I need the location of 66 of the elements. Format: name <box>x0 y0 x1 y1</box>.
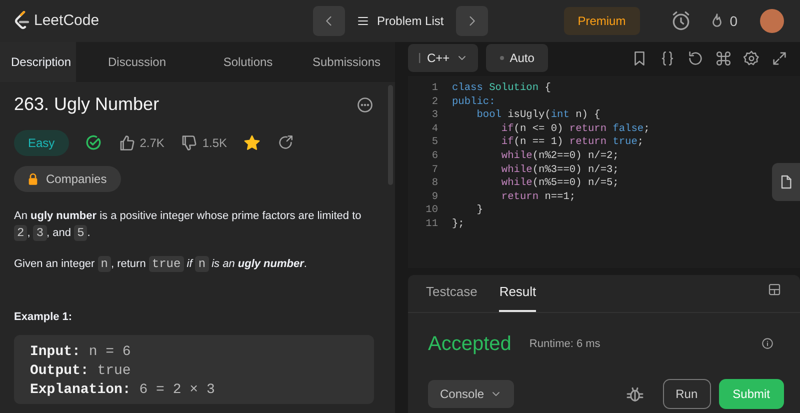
code-line: }; <box>452 218 464 232</box>
difficulty-badge: Easy <box>14 130 69 156</box>
star-icon[interactable] <box>243 134 262 152</box>
grip-icon <box>418 53 421 63</box>
line-number: 11 <box>424 218 439 232</box>
side-panel-tab[interactable] <box>772 163 800 201</box>
line-number: 4 <box>430 122 439 136</box>
share-icon[interactable] <box>277 134 294 152</box>
more-options-icon[interactable] <box>356 96 374 114</box>
result-status: Accepted <box>428 332 512 357</box>
settings-icon[interactable] <box>743 50 760 66</box>
thumbs-down-icon[interactable] <box>180 134 198 152</box>
code-line: while(n%5==0) n/=5; <box>500 177 619 191</box>
dislikes-count: 1.5K <box>202 134 228 152</box>
description-paragraph: An ugly number is a positive integer whose prime factors are limited to 2 , 3 , and 5 . <box>14 208 362 242</box>
avatar[interactable] <box>760 9 784 33</box>
tab[interactable]: Result <box>499 274 536 312</box>
runtime-text: Runtime: 6 ms <box>529 336 600 352</box>
tab[interactable]: Description <box>0 42 76 82</box>
code-line: while(n%2==0) n/=2; <box>500 150 619 164</box>
tab[interactable]: Submissions <box>298 42 395 82</box>
code-line: bool isUgly(int n) { <box>476 109 600 123</box>
streak-count: 0 <box>730 12 738 30</box>
line-number: 10 <box>424 204 439 218</box>
layout-icon[interactable] <box>767 282 782 298</box>
code-line: class Solution { <box>452 82 551 96</box>
code-line: } <box>476 204 483 218</box>
line-number: 7 <box>430 164 439 178</box>
code-line: while(n%3==0) n/=3; <box>500 164 619 178</box>
code-editor[interactable]: 1 class Solution { 2 public: 3 bool isUgly(int n) { 4 if(n <= 0) return false; 5 if(n == 1) return true; 6 while(n%2==0) n/=2; 7 while(n%3==0) n/=3; 8 while(n%5==0) n/=5; 9 return n==1; 10 } 11 }; <box>408 76 800 268</box>
code-line: if(n <= 0) return false; <box>500 122 650 136</box>
tab[interactable]: Discussion <box>76 42 198 82</box>
reset-icon[interactable] <box>687 50 704 66</box>
likes-count: 2.7K <box>140 134 164 152</box>
example-block: Input: n = 6 Output: true Explanation: 6 = 2 × 3 <box>14 335 374 404</box>
lock-icon <box>28 172 38 185</box>
tab[interactable]: Solutions <box>198 42 298 82</box>
code-line: if(n == 1) return true; <box>500 136 644 150</box>
line-number: 3 <box>430 109 439 123</box>
command-key-icon[interactable] <box>715 50 732 66</box>
logo-text[interactable]: LeetCode <box>34 10 100 32</box>
line-number: 1 <box>430 82 439 96</box>
line-number: 5 <box>430 136 439 150</box>
premium-button[interactable]: Premium <box>564 7 640 35</box>
line-number: 2 <box>430 96 439 110</box>
logo-icon[interactable] <box>14 11 30 31</box>
run-button[interactable]: Run <box>662 379 711 409</box>
menu-icon <box>357 15 369 27</box>
expand-icon[interactable] <box>771 50 788 66</box>
tab[interactable]: Testcase <box>426 274 478 312</box>
code-line: return n==1; <box>500 190 576 204</box>
info-icon[interactable] <box>761 337 774 350</box>
code-line: public: <box>452 96 496 110</box>
language-dropdown[interactable]: C++ <box>408 44 478 72</box>
console-dropdown[interactable]: Console <box>428 380 514 408</box>
braces-icon[interactable] <box>659 50 676 66</box>
companies-button[interactable]: Companies <box>14 166 121 192</box>
mode-button[interactable]: Auto <box>486 44 548 72</box>
line-number: 6 <box>430 150 439 164</box>
thumbs-up-icon[interactable] <box>118 134 136 152</box>
example-heading: Example 1: <box>14 310 74 325</box>
line-number: 9 <box>430 190 439 204</box>
line-number: 8 <box>430 177 439 191</box>
problem-list-button[interactable]: Problem List <box>345 12 456 30</box>
description-paragraph: Given an integer n , return true if n is an ugly number. <box>14 256 308 273</box>
problem-title: 263. Ugly Number <box>14 94 160 116</box>
